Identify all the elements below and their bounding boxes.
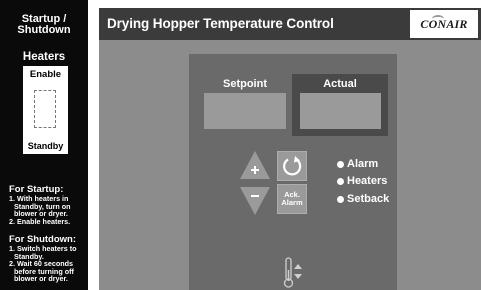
sidebar-title: Startup / Shutdown <box>0 14 88 36</box>
control-panel: Setpoint Actual Ack. Alarm Alarm Heaters… <box>189 54 397 290</box>
heaters-indicator-label: Heaters <box>347 175 388 187</box>
increase-setpoint-button[interactable] <box>237 148 273 182</box>
circular-arrow-icon <box>283 156 302 176</box>
conair-logo: CONAIR <box>410 10 478 38</box>
setpoint-label: Setpoint <box>223 78 267 90</box>
startup-line: 2. Enable heaters. <box>9 216 71 226</box>
heater-switch[interactable]: Enable Standby <box>23 66 68 154</box>
setback-led-icon <box>337 196 344 203</box>
ack-label-line2: Alarm <box>281 198 303 207</box>
ack-alarm-label: Ack. Alarm <box>278 191 306 207</box>
startup-instructions: For Startup: 1. With heaters in Standby,… <box>9 185 89 225</box>
decrease-setpoint-button[interactable] <box>237 184 273 218</box>
alarm-led-icon <box>337 161 344 168</box>
title-bar: Drying Hopper Temperature Control CONAIR <box>99 8 481 40</box>
reset-button[interactable] <box>277 151 307 181</box>
down-arrow-icon <box>240 187 270 215</box>
sidebar-title-line2: Shutdown <box>17 24 71 36</box>
up-arrow-icon <box>240 151 270 179</box>
actual-label: Actual <box>323 78 357 90</box>
switch-standby-label: Standby <box>27 141 64 151</box>
temperature-control-window: Drying Hopper Temperature Control CONAIR… <box>99 8 481 290</box>
switch-enable-label: Enable <box>29 69 62 80</box>
acknowledge-alarm-button[interactable]: Ack. Alarm <box>277 184 307 214</box>
setpoint-display <box>204 93 286 129</box>
startup-shutdown-sidebar: Startup / Shutdown Heaters Enable Standb… <box>0 0 88 290</box>
actual-display <box>300 93 381 129</box>
heaters-led-icon <box>337 178 344 185</box>
setback-indicator-label: Setback <box>347 193 390 205</box>
logo-text: CONAIR <box>420 17 468 31</box>
heaters-label: Heaters <box>22 51 66 63</box>
shutdown-line: blower or dryer. <box>14 274 68 284</box>
alarm-indicator-label: Alarm <box>347 158 379 170</box>
window-title: Drying Hopper Temperature Control <box>107 16 334 31</box>
shutdown-instructions: For Shutdown: 1. Switch heaters to Stand… <box>9 235 89 283</box>
switch-toggle-slot[interactable] <box>34 90 56 128</box>
thermometer-updown-icon[interactable] <box>281 256 307 290</box>
